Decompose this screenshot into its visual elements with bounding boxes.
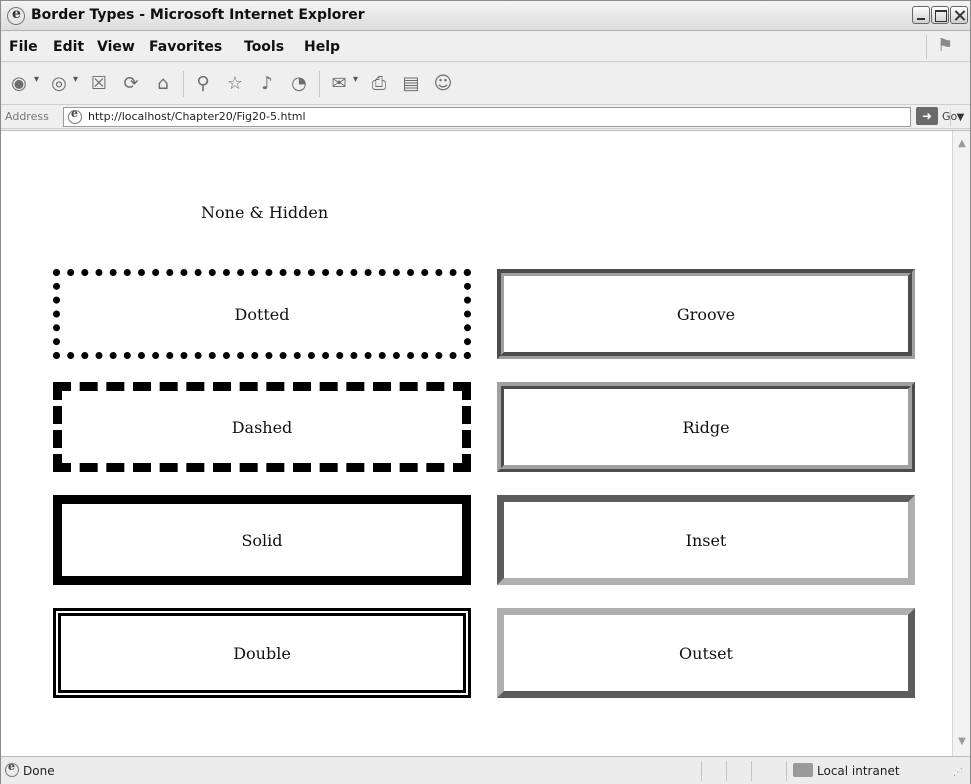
- messenger-icon[interactable]: ☺: [431, 72, 455, 96]
- page-status-icon: [5, 760, 19, 777]
- ridge-border-box: Ridge: [497, 382, 915, 472]
- status-pane-divider: [701, 761, 702, 781]
- double-border-box: Double: [53, 608, 471, 698]
- status-bar: Done Local intranet ⋰: [1, 756, 970, 784]
- windows-flag-icon: [926, 35, 962, 59]
- menu-help[interactable]: Help: [304, 39, 340, 55]
- groove-border-box: Groove: [497, 269, 915, 359]
- scroll-down-icon[interactable]: ▼: [955, 735, 969, 749]
- page-viewport: None & Hidden Dotted Groove Dashed Ridge…: [1, 130, 970, 757]
- solid-border-box: Solid: [53, 495, 471, 585]
- menu-tools[interactable]: Tools: [244, 39, 284, 55]
- address-url[interactable]: http://localhost/Chapter20/Fig20-5.html: [88, 110, 306, 123]
- minimize-button[interactable]: [912, 6, 930, 24]
- inset-border-box: Inset: [497, 495, 915, 585]
- maximize-button[interactable]: [931, 6, 949, 24]
- groove-label: Groove: [676, 304, 736, 324]
- ridge-label: Ridge: [682, 417, 730, 437]
- vertical-scrollbar[interactable]: ▲ ▼: [952, 131, 970, 757]
- resize-grip-icon[interactable]: ⋰: [953, 767, 963, 778]
- intranet-zone-icon: [793, 763, 813, 777]
- none-hidden-label: None & Hidden: [201, 203, 329, 222]
- browser-window: Border Types - Microsoft Internet Explor…: [0, 0, 971, 784]
- toolbar-separator: [183, 71, 184, 97]
- status-pane-divider: [726, 761, 727, 781]
- ie-icon: [7, 6, 25, 25]
- forward-dropdown-icon[interactable]: ▾: [73, 74, 78, 85]
- refresh-icon[interactable]: ⟳: [119, 72, 143, 96]
- toolbar: ◉ ▾ ◎ ▾ ☒ ⟳ ⌂ ⚲ ☆ ♪ ◔ ✉ ▾ ⎙ ▤ ☺: [1, 63, 970, 105]
- close-button[interactable]: [950, 6, 968, 24]
- status-pane-divider: [751, 761, 752, 781]
- address-input[interactable]: http://localhost/Chapter20/Fig20-5.html …: [63, 107, 964, 127]
- menu-bar: File Edit View Favorites Tools Help: [1, 32, 970, 62]
- inset-label: Inset: [685, 530, 727, 550]
- mail-icon[interactable]: ✉: [327, 72, 351, 96]
- outset-label: Outset: [679, 643, 733, 663]
- media-icon[interactable]: ♪: [255, 72, 279, 96]
- forward-icon[interactable]: ◎: [47, 72, 71, 96]
- menu-view[interactable]: View: [97, 39, 135, 55]
- favorites-icon[interactable]: ☆: [223, 72, 247, 96]
- home-icon[interactable]: ⌂: [151, 72, 175, 96]
- dashed-label: Dashed: [231, 417, 293, 437]
- edit-icon[interactable]: ▤: [399, 72, 423, 96]
- history-icon[interactable]: ◔: [287, 72, 311, 96]
- menu-edit[interactable]: Edit: [53, 39, 84, 55]
- print-icon[interactable]: ⎙: [367, 72, 391, 96]
- go-button[interactable]: Go: [942, 110, 957, 123]
- address-bar: Address http://localhost/Chapter20/Fig20…: [1, 105, 970, 129]
- dotted-label: Dotted: [234, 304, 290, 324]
- back-dropdown-icon[interactable]: ▾: [34, 74, 39, 85]
- dashed-border-box: Dashed: [53, 382, 471, 472]
- search-icon[interactable]: ⚲: [191, 72, 215, 96]
- page-icon: [68, 107, 82, 124]
- scroll-up-icon[interactable]: ▲: [955, 137, 969, 151]
- status-pane-divider: [786, 761, 787, 781]
- go-arrow-icon[interactable]: ➜: [916, 107, 938, 125]
- dotted-border-box: Dotted: [53, 269, 471, 359]
- zone-text: Local intranet: [817, 764, 900, 778]
- outset-border-box: Outset: [497, 608, 915, 698]
- toolbar-separator: [319, 71, 320, 97]
- back-icon[interactable]: ◉: [7, 72, 31, 96]
- solid-label: Solid: [241, 530, 283, 550]
- stop-icon[interactable]: ☒: [87, 72, 111, 96]
- double-label: Double: [233, 643, 291, 663]
- title-bar: Border Types - Microsoft Internet Explor…: [1, 1, 970, 31]
- window-title: Border Types - Microsoft Internet Explor…: [31, 7, 365, 23]
- menu-file[interactable]: File: [9, 39, 38, 55]
- status-text: Done: [23, 764, 55, 778]
- menu-favorites[interactable]: Favorites: [149, 39, 222, 55]
- address-label: Address: [5, 110, 49, 123]
- mail-dropdown-icon[interactable]: ▾: [353, 74, 358, 85]
